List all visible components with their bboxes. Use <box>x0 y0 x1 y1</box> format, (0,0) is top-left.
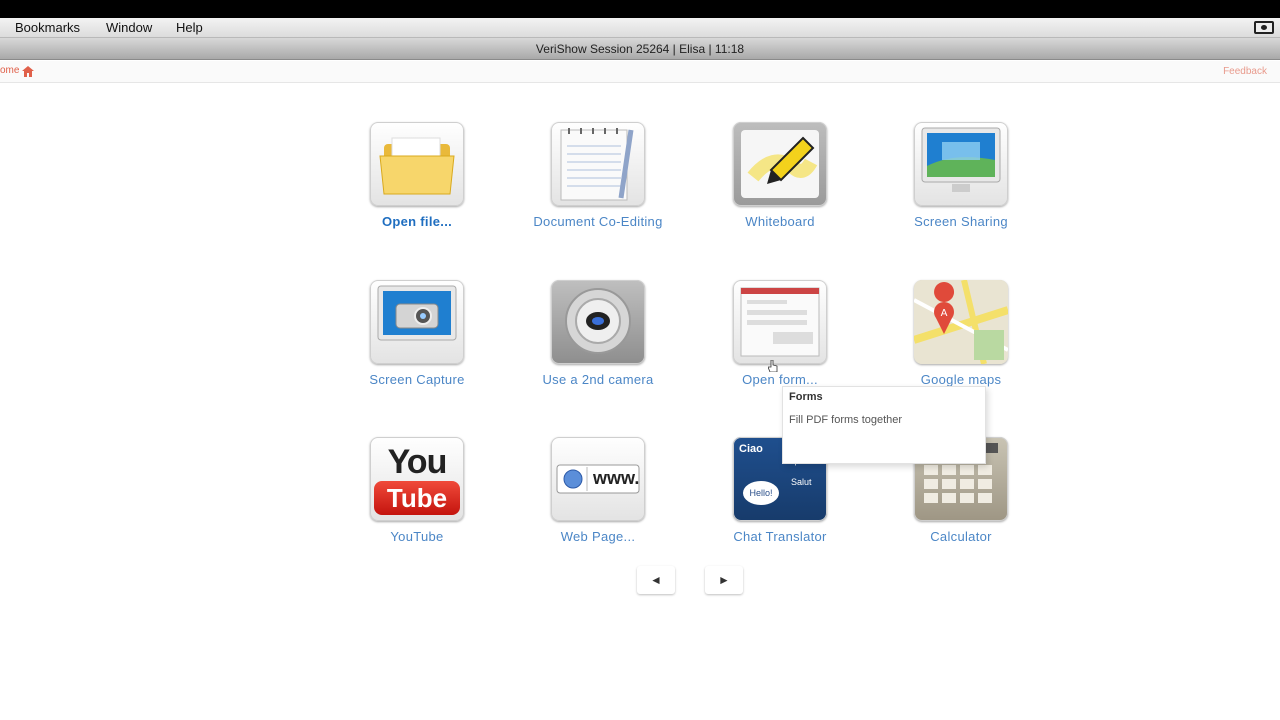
tile-label: Google maps <box>920 372 1002 387</box>
tile-label: Open form... <box>742 372 818 387</box>
top-black-bar <box>0 0 1280 18</box>
menu-window[interactable]: Window <box>106 20 152 35</box>
youtube-tube-text: Tube <box>374 481 460 515</box>
previous-page-button[interactable]: ◄ <box>637 566 675 594</box>
feedback-link[interactable]: Feedback <box>1223 66 1267 77</box>
tab-home-label[interactable]: ome <box>0 65 19 76</box>
home-icon[interactable] <box>22 66 34 77</box>
menu-bookmarks[interactable]: Bookmarks <box>15 20 80 35</box>
tile-label: Calculator <box>930 529 992 544</box>
tile-whiteboard[interactable]: Whiteboard <box>695 122 865 247</box>
document-icon <box>551 122 645 206</box>
tile-screen-capture[interactable]: Screen Capture <box>332 280 502 405</box>
tile-screen-sharing[interactable]: Screen Sharing <box>876 122 1046 247</box>
tile-label: Whiteboard <box>745 214 815 229</box>
tile-label: Screen Capture <box>369 372 465 387</box>
menu-help[interactable]: Help <box>176 20 203 35</box>
tab-bar: ome Feedback <box>0 61 1280 83</box>
window-title: VeriShow Session 25264 | Elisa | 11:18 <box>535 42 745 56</box>
tile-web-page[interactable]: www. Web Page... <box>513 437 683 562</box>
translator-word: Salut <box>791 477 812 487</box>
youtube-you-text: You <box>387 443 448 481</box>
menu-bar: Bookmarks Window Help <box>0 18 1280 38</box>
next-page-button[interactable]: ► <box>705 566 743 594</box>
youtube-icon: You Tube <box>370 437 464 521</box>
tile-document-co-editing[interactable]: Document Co-Editing <box>513 122 683 247</box>
tile-label: Web Page... <box>560 529 636 544</box>
tile-label: Chat Translator <box>733 529 827 544</box>
tile-label: Screen Sharing <box>914 214 1008 229</box>
tile-label: YouTube <box>390 529 444 544</box>
tile-use-2nd-camera[interactable]: Use a 2nd camera <box>513 280 683 405</box>
webcam-icon <box>551 280 645 364</box>
web-www-text: www. <box>593 468 640 488</box>
camera-icon <box>370 280 464 364</box>
tooltip-title: Forms <box>789 391 823 403</box>
tooltip-description: Fill PDF forms together <box>789 414 903 426</box>
folder-icon <box>370 122 464 206</box>
svg-text:A: A <box>941 308 948 319</box>
translator-word: Ciao <box>739 443 763 455</box>
form-icon <box>733 280 827 364</box>
map-icon: A <box>914 280 1008 364</box>
tile-label: Document Co-Editing <box>533 214 663 229</box>
forms-tooltip: Forms Fill PDF forms together <box>782 386 986 464</box>
tile-open-file[interactable]: Open file... <box>332 122 502 247</box>
window-title-bar: VeriShow Session 25264 | Elisa | 11:18 <box>0 38 1280 60</box>
hand-cursor-icon <box>768 360 778 372</box>
tile-label: Open file... <box>381 214 453 229</box>
tile-youtube[interactable]: You Tube YouTube <box>332 437 502 562</box>
tile-label: Use a 2nd camera <box>542 372 654 387</box>
screen-record-icon[interactable] <box>1254 21 1274 34</box>
monitor-icon <box>914 122 1008 206</box>
globe-icon: www. <box>551 437 645 521</box>
highlighter-icon <box>733 122 827 206</box>
translator-word: Hello! <box>743 481 779 505</box>
